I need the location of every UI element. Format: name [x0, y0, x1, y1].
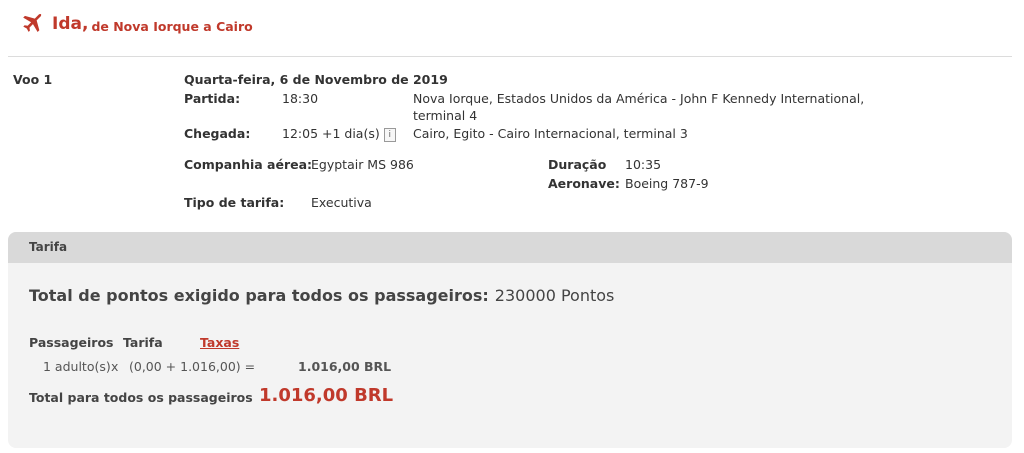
row-total: 1.016,00 BRL: [298, 359, 392, 374]
row-formula: (0,00 + 1.016,00) =: [129, 359, 256, 374]
col-passengers: Passageiros: [29, 335, 114, 350]
arrival-time-wrap: 12:05 +1 dia(s) i: [282, 126, 396, 142]
fare-type-label: Tipo de tarifa:: [184, 195, 285, 210]
fare-type-value: Executiva: [311, 195, 372, 210]
fare-panel: Tarifa Total de pontos exigido para todo…: [8, 232, 1012, 448]
airline-value: Egyptair MS 986: [311, 157, 414, 172]
info-icon[interactable]: i: [383, 127, 396, 142]
grand-total-label: Total para todos os passageiros: [29, 390, 253, 405]
departure-time: 18:30: [282, 91, 319, 106]
plane-icon: [23, 13, 42, 33]
taxas-link[interactable]: Taxas: [200, 335, 239, 350]
arrival-place: Cairo, Egito - Cairo Internacional, term…: [413, 126, 688, 141]
points-value: 230000 Pontos: [494, 286, 615, 305]
points-label: Total de pontos exigido para todos os pa…: [29, 286, 489, 305]
flight-date: Quarta-feira, 6 de Novembro de 2019: [184, 72, 448, 87]
points-total: Total de pontos exigido para todos os pa…: [29, 286, 614, 305]
page-title: Ida,: [52, 14, 89, 34]
fare-panel-heading: Tarifa: [8, 232, 1012, 263]
departure-terminal: terminal 4: [413, 108, 478, 123]
row-times: x: [111, 359, 119, 374]
header-divider: [8, 56, 1012, 57]
aircraft-label: Aeronave:: [548, 176, 620, 191]
grand-total-value: 1.016,00 BRL: [259, 385, 394, 406]
duration-value: 10:35: [625, 157, 662, 172]
col-fare: Tarifa: [123, 335, 163, 350]
duration-label: Duração: [548, 157, 607, 172]
flight-label: Voo 1: [13, 72, 53, 87]
departure-place: Nova Iorque, Estados Unidos da América -…: [413, 91, 865, 106]
arrival-time: 12:05 +1 dia(s): [282, 126, 380, 141]
row-passengers: 1 adulto(s): [43, 359, 111, 374]
arrival-label: Chegada:: [184, 126, 251, 141]
aircraft-value: Boeing 787-9: [625, 176, 709, 191]
airline-label: Companhia aérea:: [184, 157, 313, 172]
departure-label: Partida:: [184, 91, 241, 106]
page-header: Ida, de Nova Iorque a Cairo: [18, 6, 253, 42]
page-subtitle: de Nova Iorque a Cairo: [91, 18, 253, 34]
